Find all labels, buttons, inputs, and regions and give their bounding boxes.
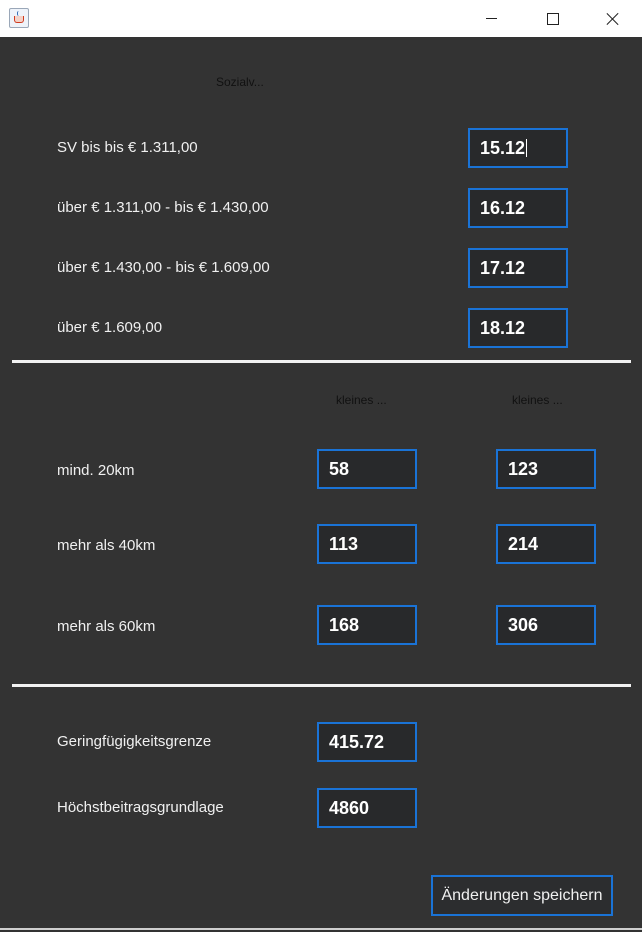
pendler-small-field-2[interactable]: 113 xyxy=(317,524,417,564)
pendler-row-label: mehr als 60km xyxy=(57,618,156,635)
pendler-large-field-3[interactable]: 306 xyxy=(496,605,596,645)
pendler-small-field-3[interactable]: 168 xyxy=(317,605,417,645)
sv-row-label: über € 1.430,00 - bis € 1.609,00 xyxy=(57,259,270,276)
pendler-large-field-1[interactable]: 123 xyxy=(496,449,596,489)
title-bar xyxy=(0,0,642,37)
sv-row-label: SV bis bis € 1.311,00 xyxy=(57,139,198,156)
maximize-icon xyxy=(547,12,559,25)
section-divider xyxy=(12,360,631,363)
sv-row-label: über € 1.609,00 xyxy=(57,319,163,336)
sv-header: Sozialv... xyxy=(216,75,264,89)
pendler-row-label: mehr als 40km xyxy=(57,537,156,554)
section-divider xyxy=(12,684,631,687)
save-changes-button[interactable]: Änderungen speichern xyxy=(431,875,613,916)
pendler-row-label: mind. 20km xyxy=(57,462,135,479)
geringfuegigkeitsgrenze-field[interactable]: 415.72 xyxy=(317,722,417,762)
pendler-large-field-2[interactable]: 214 xyxy=(496,524,596,564)
window-bottom-edge xyxy=(0,928,642,930)
sv-rate-field-2[interactable]: 16.12 xyxy=(468,188,568,228)
hoechstbeitragsgrundlage-label: Höchstbeitragsgrundlage xyxy=(57,799,224,816)
java-app-icon xyxy=(9,8,29,28)
pendler-col1-header: kleines ... xyxy=(336,393,387,407)
pendler-small-field-1[interactable]: 58 xyxy=(317,449,417,489)
minimize-button[interactable] xyxy=(468,0,514,37)
hoechstbeitragsgrundlage-field[interactable]: 4860 xyxy=(317,788,417,828)
close-icon xyxy=(606,12,620,26)
pendler-col2-header: kleines ... xyxy=(512,393,563,407)
minimize-icon xyxy=(485,18,497,19)
sv-rate-field-4[interactable]: 18.12 xyxy=(468,308,568,348)
geringfuegigkeitsgrenze-label: Geringfügigkeitsgrenze xyxy=(57,733,212,750)
text-cursor xyxy=(526,139,528,157)
sv-rate-field-3[interactable]: 17.12 xyxy=(468,248,568,288)
close-button[interactable] xyxy=(590,0,636,37)
maximize-button[interactable] xyxy=(530,0,576,37)
sv-rate-field-1[interactable]: 15.12 xyxy=(468,128,568,168)
sv-row-label: über € 1.311,00 - bis € 1.430,00 xyxy=(57,199,269,216)
